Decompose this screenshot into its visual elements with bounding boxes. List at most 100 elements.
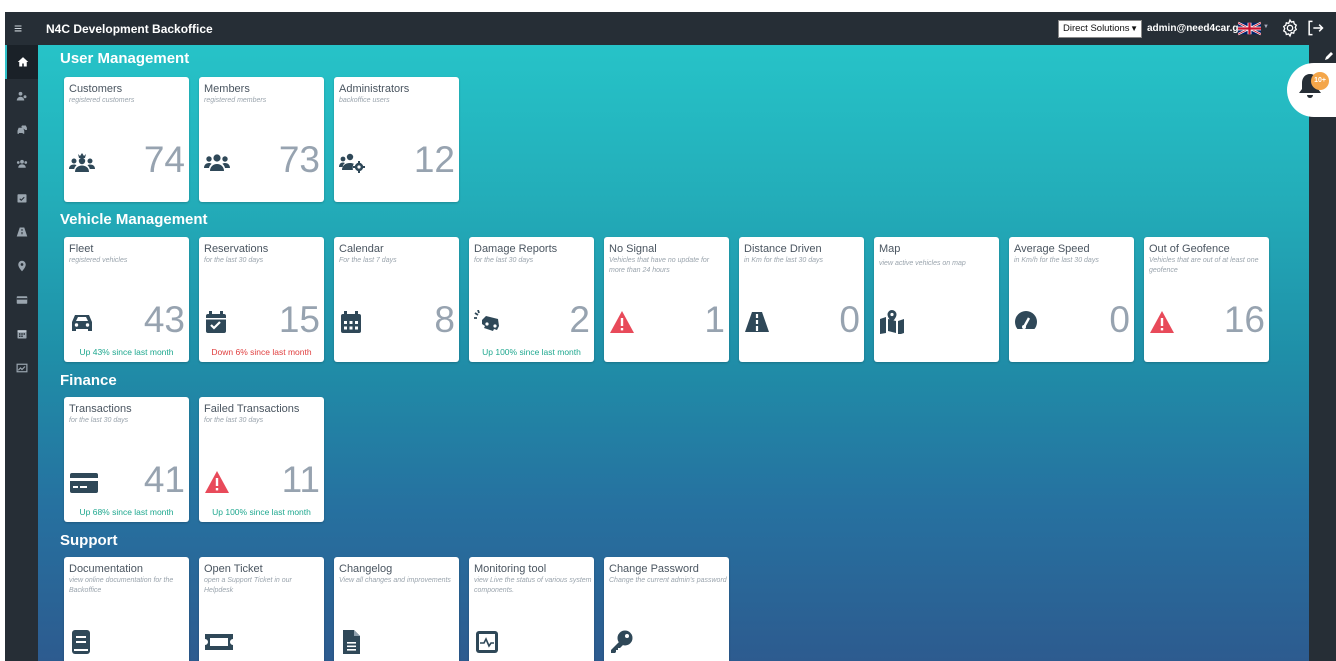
card-out-of-geofence[interactable]: Out of Geofence Vehicles that are out of… [1144,237,1269,362]
card-failed-transactions[interactable]: Failed Transactions for the last 30 days… [199,397,324,522]
company-select[interactable]: Direct Solutions ▼ [1058,20,1142,38]
section-title-vehicle-management: Vehicle Management [60,211,208,228]
section-title-support: Support [60,532,118,549]
card-value: 41 [143,459,185,500]
calendar-icon [17,330,26,339]
card-title: Reservations [204,243,269,255]
card-title: Open Ticket [204,563,263,575]
card-title: Transactions [69,403,132,415]
calendar-check-icon [17,194,26,203]
calendar-icon [341,311,361,333]
chevron-down-icon: ▼ [1130,24,1138,33]
card-title: Out of Geofence [1149,243,1230,255]
card-changelog[interactable]: Changelog View all changes and improveme… [334,557,459,661]
warning-icon [610,311,634,333]
card-subtitle: for the last 30 days [69,417,129,424]
card-title: Changelog [339,563,393,575]
sidebar-item-calendar[interactable] [5,317,38,351]
users-icon [16,159,27,168]
card-subtitle: in Km/h for the last 30 days [1014,257,1099,264]
card-value: 0 [1109,299,1130,340]
hamburger-menu-icon[interactable]: ≡ [14,20,22,36]
key-icon [611,630,633,653]
monitor-icon [476,631,498,653]
section-title-finance: Finance [60,372,117,389]
road-icon [16,227,27,237]
card-calendar[interactable]: Calendar For the last 7 days 8 [334,237,459,362]
sidebar-item-finance[interactable] [5,283,38,317]
card-map[interactable]: Map view active vehicles on map [874,237,999,362]
card-subtitle: view active vehicles on map [879,260,966,267]
language-caret-icon[interactable]: ▼ [1263,24,1269,30]
calendar-check-icon [206,311,226,333]
card-transactions[interactable]: Transactions for the last 30 days 41 Up … [64,397,189,522]
warning-icon [1150,311,1174,333]
edit-icon[interactable] [1324,51,1334,61]
notifications-button[interactable]: 10+ [1287,63,1336,117]
card-documentation[interactable]: Documentation view online documentation … [64,557,189,661]
sidebar [5,45,38,661]
notification-badge: 10+ [1311,72,1329,90]
card-value: 2 [569,299,590,340]
top-bar: ≡ N4C Development Backoffice Direct Solu… [5,12,1336,45]
card-distance-driven[interactable]: Distance Driven in Km for the last 30 da… [739,237,864,362]
sidebar-item-home[interactable] [5,45,38,79]
card-subtitle: View all changes and improvements [339,577,451,584]
home-icon [17,57,28,67]
card-value: 15 [278,299,320,340]
card-fleet[interactable]: Fleet registered vehicles 43 Up 43% sinc… [64,237,189,362]
road-icon [745,312,769,332]
card-subtitle: for the last 30 days [204,417,264,424]
card-subtitle: backoffice users [339,97,390,104]
file-icon [343,630,360,654]
card-customers[interactable]: Customers registered customers 74 [64,77,189,202]
card-title: Change Password [609,563,699,575]
logout-icon[interactable] [1305,18,1325,38]
dashboard-main: User Management Customers registered cus… [38,45,1309,661]
card-reservations[interactable]: Reservations for the last 30 days 15 Dow… [199,237,324,362]
users-icon [204,154,230,171]
card-open-ticket[interactable]: Open Ticket open a Support Ticket in our… [199,557,324,661]
sidebar-item-users[interactable] [5,79,38,113]
card-no-signal[interactable]: No Signal Vehicles that have no update f… [604,237,729,362]
card-administrators[interactable]: Administrators backoffice users 12 [334,77,459,202]
card-subtitle: view online documentation for the Backof… [69,577,174,594]
sidebar-item-distance[interactable] [5,215,38,249]
card-title: Administrators [339,83,410,95]
card-subtitle: Vehicles that have no update for more th… [609,257,710,274]
card-title: Calendar [339,243,384,255]
card-value: 0 [839,299,860,340]
card-damage-reports[interactable]: Damage Reports for the last 30 days 2 Up… [469,237,594,362]
sidebar-item-reports[interactable] [5,351,38,385]
card-title: Damage Reports [474,243,558,255]
card-trend: Up 68% since last month [79,507,174,517]
card-monitoring-tool[interactable]: Monitoring tool view Live the status of … [469,557,594,661]
card-subtitle: for the last 30 days [474,257,534,264]
speedometer-icon [1014,311,1038,334]
card-value: 12 [413,139,455,180]
car-icon [72,315,92,331]
card-trend: Down 6% since last month [211,347,312,357]
map-marker-icon [17,260,26,272]
users-cog-icon [339,153,365,173]
uk-flag-icon[interactable] [1238,21,1261,36]
sidebar-item-map[interactable] [5,249,38,283]
user-email[interactable]: admin@need4car.gr [1147,23,1242,34]
gear-icon[interactable] [1280,18,1300,38]
card-trend: Up 100% since last month [212,507,311,517]
card-change-password[interactable]: Change Password Change the current admin… [604,557,729,661]
users-crown-icon [69,153,95,172]
sidebar-item-reservations[interactable] [5,181,38,215]
card-members[interactable]: Members registered members 73 [199,77,324,202]
card-value: 74 [143,139,185,180]
sidebar-item-vehicles[interactable] [5,113,38,147]
sidebar-item-members[interactable] [5,147,38,181]
company-select-value: Direct Solutions [1063,23,1130,34]
card-title: Monitoring tool [474,563,547,575]
right-panel-strip [1309,45,1336,661]
user-location-icon [16,91,26,101]
card-value: 8 [434,299,455,340]
card-average-speed[interactable]: Average Speed in Km/h for the last 30 da… [1009,237,1134,362]
card-value: 1 [704,299,725,340]
card-subtitle: open a Support Ticket in our Helpdesk [204,577,292,594]
